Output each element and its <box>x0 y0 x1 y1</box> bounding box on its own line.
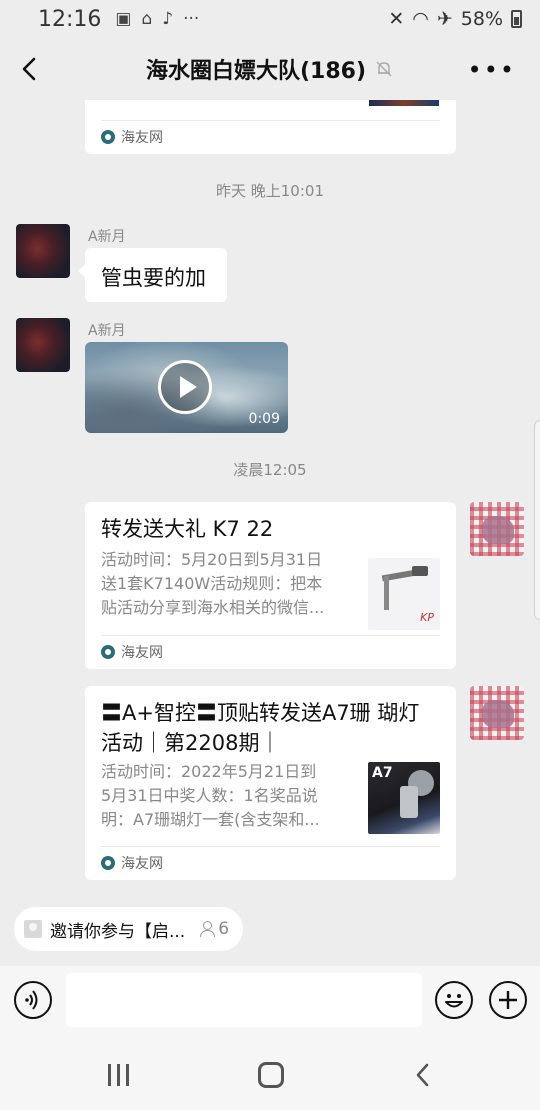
image-icon: ▣ <box>115 9 132 29</box>
notification-icons: ▣ ⌂ ♪ ··· <box>115 9 199 29</box>
emoji-button[interactable] <box>435 981 473 1019</box>
system-nav-bar <box>0 1038 540 1110</box>
link-card[interactable]: 〓A+智控〓顶贴转发送A7珊 瑚灯 活动｜第2208期｜ 活动时间：2022年5… <box>85 686 456 880</box>
wifi-icon: ◠ <box>412 8 429 30</box>
timestamp: 昨天 晚上10:01 <box>216 182 324 200</box>
card-title-line: 〓A+智控〓顶贴转发送A7珊 瑚灯 <box>101 701 420 725</box>
chat-header: 海水圈白嫖大队(186) ••• <box>0 38 540 100</box>
status-time: 12:16 <box>38 6 102 32</box>
card-thumbnail: A7 <box>368 762 440 834</box>
avatar[interactable] <box>16 318 70 372</box>
source-name: 海友网 <box>121 645 163 661</box>
card-description: 活动时间：2022年5月21日到 5月31日中奖人数：1名奖品说 明：A7珊瑚灯… <box>101 760 351 832</box>
more-dots-icon: ··· <box>183 9 200 29</box>
group-notice-text: 邀请你参与【启... <box>50 921 186 942</box>
link-card-partial[interactable]: 海友网 <box>85 100 456 154</box>
card-desc-line: 活动时间：5月20日到5月31日 <box>101 550 323 569</box>
card-source: 海友网 <box>101 846 163 880</box>
voice-icon <box>24 989 37 1010</box>
my-avatar[interactable] <box>470 502 524 556</box>
thumbnail-label: A7 <box>372 765 393 781</box>
share-icon: ⌂ <box>141 9 153 29</box>
card-thumbnail: KP <box>368 558 440 630</box>
more-options-button[interactable]: ••• <box>468 56 516 84</box>
home-icon[interactable] <box>258 1062 284 1088</box>
message-text: 管虫要的加 <box>101 266 206 290</box>
voice-input-button[interactable] <box>14 981 52 1019</box>
person-icon <box>199 921 216 937</box>
video-duration: 0:09 <box>248 411 280 427</box>
card-thumbnail-partial <box>369 100 439 106</box>
message-bubble[interactable]: 管虫要的加 <box>78 248 227 302</box>
card-desc-line: 明：A7珊瑚灯一套(含支架和... <box>101 810 320 829</box>
group-notice-pill[interactable]: 邀请你参与【启... 6 <box>14 907 244 951</box>
emoji-icon <box>444 993 463 1007</box>
input-bar <box>0 966 540 1038</box>
message-input[interactable] <box>66 973 422 1027</box>
tiktok-icon: ♪ <box>162 9 174 29</box>
battery-percent: 58% <box>460 8 503 30</box>
card-title-line: 活动｜第2208期｜ <box>101 731 281 755</box>
card-desc-line: 5月31日中奖人数：1名奖品说 <box>101 786 318 805</box>
card-description: 活动时间：5月20日到5月31日 送1套K7140W活动规则：把本 贴活动分享到… <box>101 548 351 620</box>
source-logo-icon <box>101 130 115 144</box>
battery-icon <box>511 10 522 28</box>
card-desc-line: 贴活动分享到海水相关的微信... <box>101 598 325 617</box>
avatar[interactable] <box>16 224 70 278</box>
link-card[interactable]: 转发送大礼 K7 22 活动时间：5月20日到5月31日 送1套K7140W活动… <box>85 502 456 669</box>
card-title: 转发送大礼 K7 22 <box>101 517 274 541</box>
card-desc-line: 活动时间：2022年5月21日到 <box>101 762 317 781</box>
sender-name: A新月 <box>88 229 126 245</box>
participant-count-value: 6 <box>218 919 230 939</box>
back-arrow-icon[interactable] <box>14 52 48 86</box>
source-logo-icon <box>101 645 115 659</box>
chat-messages[interactable]: 海友网 昨天 晚上10:01 A新月 管虫要的加 A新月 0:09 凌晨12:0… <box>0 100 540 895</box>
system-icons: ✕ ◠ ✈ 58% <box>388 8 522 30</box>
chat-title: 海水圈白嫖大队(186) <box>145 59 367 84</box>
source-name: 海友网 <box>121 130 163 146</box>
recent-apps-icon[interactable] <box>108 1064 132 1086</box>
card-source: 海友网 <box>101 120 163 154</box>
side-scroll-handle[interactable] <box>534 420 540 620</box>
video-message[interactable]: 0:09 <box>85 342 288 433</box>
plus-icon <box>498 990 517 1009</box>
card-desc-line: 送1套K7140W活动规则：把本 <box>101 574 323 593</box>
timestamp: 凌晨12:05 <box>233 461 307 479</box>
more-functions-button[interactable] <box>489 981 527 1019</box>
participant-count: 6 <box>199 919 229 939</box>
mute-icon: ✕ <box>388 8 405 30</box>
card-source: 海友网 <box>101 635 163 669</box>
card-title: 〓A+智控〓顶贴转发送A7珊 瑚灯 活动｜第2208期｜ <box>101 698 441 758</box>
source-name: 海友网 <box>121 856 163 872</box>
sender-name: A新月 <box>88 323 126 339</box>
notice-doc-icon <box>24 920 42 938</box>
nav-back-icon[interactable] <box>412 1062 434 1088</box>
my-avatar[interactable] <box>470 686 524 740</box>
source-logo-icon <box>101 856 115 870</box>
status-bar: 12:16 ▣ ⌂ ♪ ··· ✕ ◠ ✈ 58% <box>0 0 540 38</box>
airplane-icon: ✈ <box>436 8 453 30</box>
play-icon[interactable] <box>158 360 212 414</box>
mute-bell-icon <box>376 61 392 77</box>
